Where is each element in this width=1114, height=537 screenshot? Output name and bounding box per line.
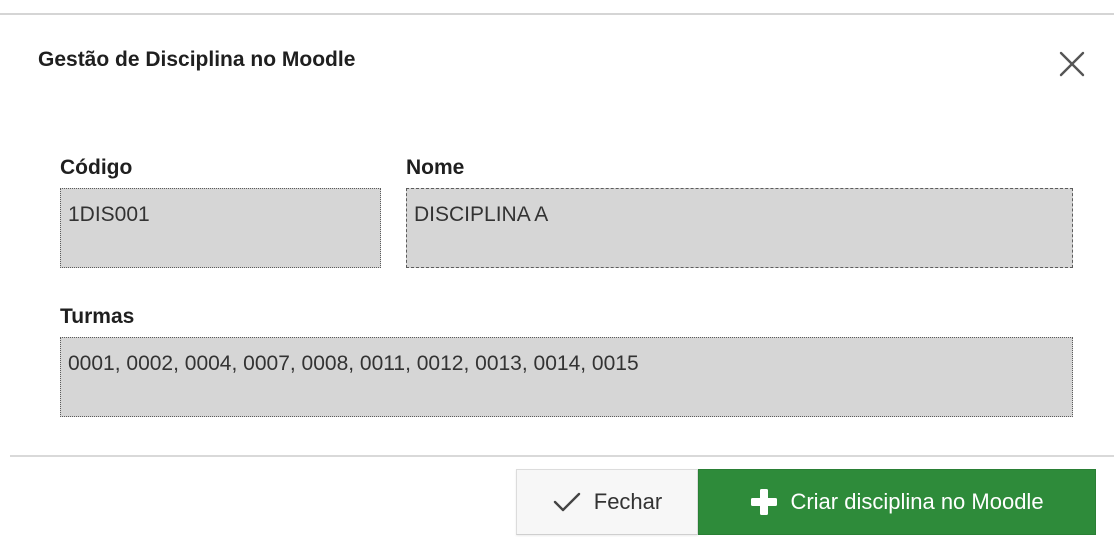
checkmark-icon [552,490,582,514]
top-divider [0,13,1114,15]
criar-disciplina-button[interactable]: Criar disciplina no Moodle [698,469,1096,535]
nome-label: Nome [406,156,465,179]
close-button[interactable] [1055,47,1089,81]
turmas-label: Turmas [60,305,135,328]
footer-divider [10,455,1114,457]
codigo-label: Código [60,156,133,179]
nome-field[interactable]: DISCIPLINA A [406,188,1073,268]
criar-disciplina-button-label: Criar disciplina no Moodle [790,489,1044,514]
close-icon [1055,47,1089,81]
plus-icon [750,488,778,516]
dialog-title: Gestão de Disciplina no Moodle [38,48,356,71]
turmas-field[interactable]: 0001, 0002, 0004, 0007, 0008, 0011, 0012… [60,337,1073,417]
codigo-field[interactable]: 1DIS001 [60,188,381,268]
fechar-button-label: Fechar [593,489,663,514]
modal-dialog: Gestão de Disciplina no Moodle Código 1D… [0,0,1114,537]
fechar-button[interactable]: Fechar [516,469,698,535]
